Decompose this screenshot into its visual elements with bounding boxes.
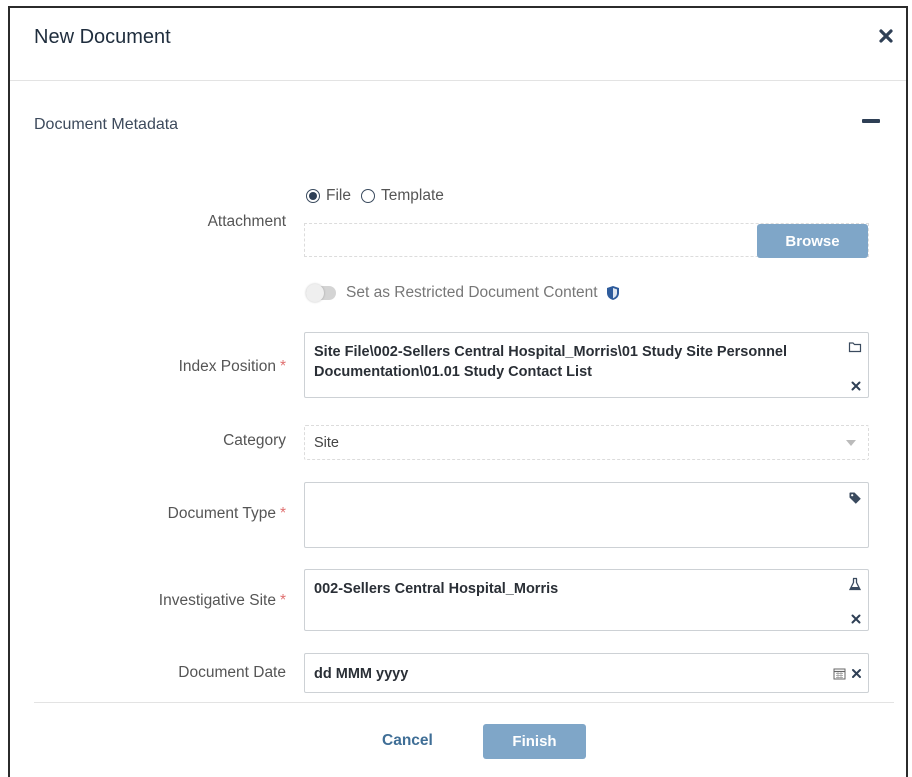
investigative-site-field[interactable]: 002-Sellers Central Hospital_Morris [304, 569, 869, 631]
minus-icon[interactable] [862, 119, 880, 123]
radio-file[interactable]: File [306, 187, 351, 205]
document-date-field[interactable]: dd MMM yyyy [304, 653, 869, 693]
category-label: Category [223, 432, 286, 449]
dialog-header: New Document [10, 8, 906, 81]
browse-button[interactable]: Browse [757, 224, 868, 258]
calendar-icon[interactable] [833, 667, 846, 680]
document-type-field[interactable] [304, 482, 869, 548]
category-value: Site [314, 435, 339, 451]
file-input[interactable]: Browse [304, 223, 869, 258]
chevron-down-icon[interactable] [846, 440, 856, 446]
investigative-site-label: Investigative Site * [158, 592, 286, 609]
investigative-site-value: 002-Sellers Central Hospital_Morris [314, 581, 559, 597]
restricted-toggle[interactable] [306, 284, 336, 302]
folder-icon[interactable] [848, 340, 862, 354]
finish-button[interactable]: Finish [483, 724, 586, 759]
close-icon[interactable] [876, 26, 896, 46]
close-icon[interactable] [850, 613, 862, 625]
document-date-label: Document Date [178, 664, 286, 681]
attachment-radio-group: File Template [306, 187, 454, 205]
attachment-label: Attachment [207, 213, 286, 230]
shield-icon [606, 286, 619, 300]
new-document-dialog: New Document Document Metadata Attachmen… [8, 6, 908, 777]
index-position-value: Site File\002-Sellers Central Hospital_M… [314, 344, 788, 380]
document-type-label: Document Type * [167, 505, 286, 522]
flask-icon[interactable] [848, 577, 862, 591]
radio-template-circle[interactable] [360, 189, 375, 203]
restricted-label: Set as Restricted Document Content [346, 284, 598, 301]
document-date-placeholder: dd MMM yyyy [314, 666, 409, 682]
section-title: Document Metadata [34, 116, 179, 133]
cancel-button[interactable]: Cancel [382, 732, 433, 750]
footer-divider [34, 702, 894, 703]
restricted-row: Set as Restricted Document Content [306, 284, 620, 302]
close-icon[interactable] [851, 668, 862, 679]
index-position-label: Index Position * [178, 358, 286, 375]
close-icon[interactable] [850, 380, 862, 392]
dialog-title: New Document [34, 26, 171, 48]
radio-template[interactable]: Template [360, 187, 444, 205]
radio-file-circle[interactable] [306, 189, 320, 203]
index-position-field[interactable]: Site File\002-Sellers Central Hospital_M… [304, 332, 869, 398]
category-select[interactable]: Site [304, 425, 869, 460]
tag-icon[interactable] [848, 491, 862, 505]
